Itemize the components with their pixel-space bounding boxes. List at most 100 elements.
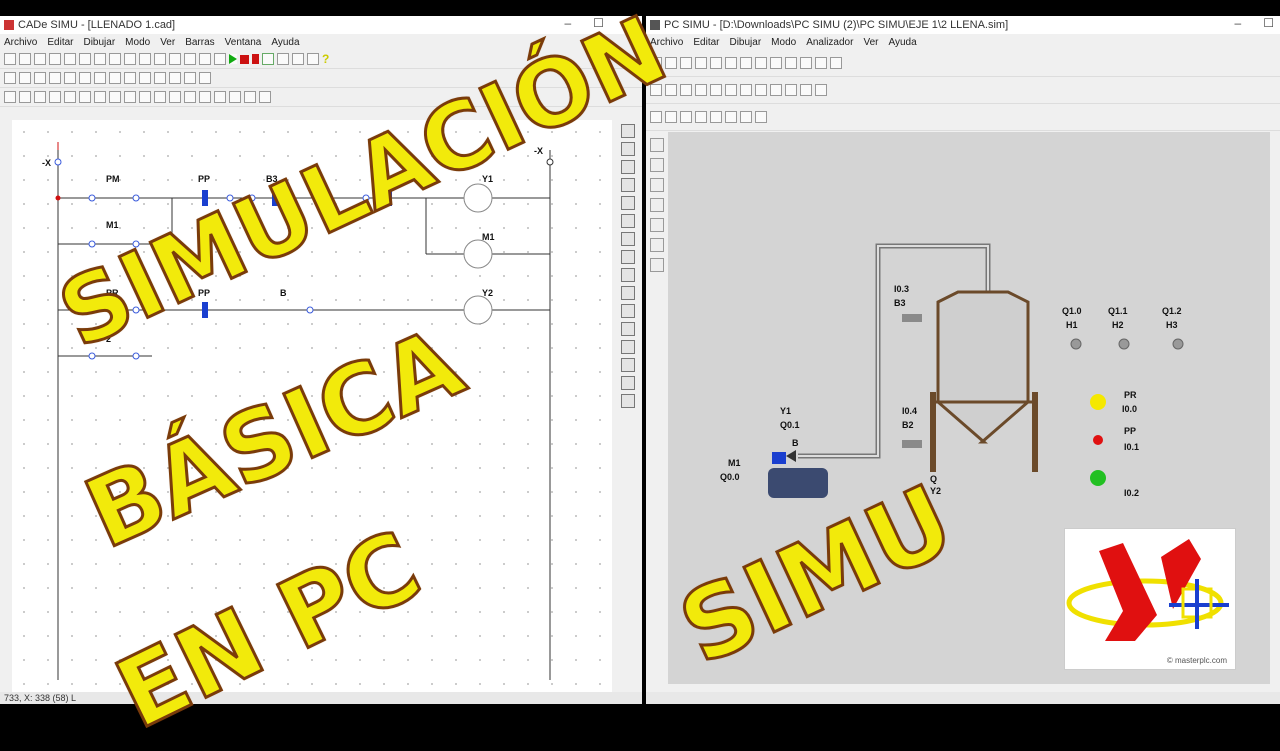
component-icon[interactable]	[34, 72, 46, 84]
palette-item[interactable]	[621, 142, 635, 156]
palette-item[interactable]	[621, 286, 635, 300]
redo-icon[interactable]	[755, 57, 767, 69]
component-icon[interactable]	[169, 72, 181, 84]
new-file-icon[interactable]	[650, 57, 662, 69]
ladder-diagram-canvas[interactable]: -X -X PM PP B3 Y2 M1 PR PP B 2 Y1 M1 Y2	[12, 120, 612, 694]
zoom-all-icon[interactable]	[124, 53, 136, 65]
component-icon[interactable]	[710, 84, 722, 96]
contact-no-icon[interactable]	[4, 91, 16, 103]
component-icon[interactable]	[109, 72, 121, 84]
grid-icon[interactable]	[154, 53, 166, 65]
close-icon[interactable]: ✕	[626, 16, 636, 30]
maximize-icon[interactable]: ☐	[593, 16, 604, 30]
undo-icon[interactable]	[740, 57, 752, 69]
contact-icon[interactable]	[124, 91, 136, 103]
undo-icon[interactable]	[169, 53, 181, 65]
contact-icon[interactable]	[64, 91, 76, 103]
component-icon[interactable]	[650, 111, 662, 123]
contact-icon[interactable]	[94, 91, 106, 103]
palette-item[interactable]	[621, 124, 635, 138]
menu-dibujar[interactable]: Dibujar	[83, 37, 115, 48]
menu-editar[interactable]: Editar	[693, 37, 719, 48]
text-tool-icon[interactable]	[650, 258, 664, 272]
contact-icon[interactable]	[109, 91, 121, 103]
component-icon[interactable]	[710, 111, 722, 123]
contact-icon[interactable]	[49, 91, 61, 103]
run-simulation-icon[interactable]	[229, 54, 237, 64]
zoom-in-icon[interactable]	[277, 53, 289, 65]
palette-item[interactable]	[621, 214, 635, 228]
component-icon[interactable]	[800, 84, 812, 96]
contact-icon[interactable]	[259, 91, 271, 103]
menu-archivo[interactable]: Archivo	[650, 37, 683, 48]
fill-tool-icon[interactable]	[650, 218, 664, 232]
palette-item[interactable]	[621, 394, 635, 408]
open-file-icon[interactable]	[19, 53, 31, 65]
component-icon[interactable]	[725, 111, 737, 123]
contact-icon[interactable]	[139, 91, 151, 103]
palette-item[interactable]	[621, 340, 635, 354]
component-icon[interactable]	[770, 84, 782, 96]
save-icon[interactable]	[34, 53, 46, 65]
component-icon[interactable]	[740, 84, 752, 96]
menu-analizador[interactable]: Analizador	[806, 37, 853, 48]
cut-icon[interactable]	[64, 53, 76, 65]
menu-ver[interactable]: Ver	[160, 37, 175, 48]
palette-item[interactable]	[621, 160, 635, 174]
component-icon[interactable]	[124, 72, 136, 84]
line-tool-icon[interactable]	[650, 158, 664, 172]
pointer-tool-icon[interactable]	[650, 138, 664, 152]
pen-tool-icon[interactable]	[650, 238, 664, 252]
component-icon[interactable]	[49, 72, 61, 84]
stop-simulation-icon[interactable]	[240, 54, 249, 64]
open-file-icon[interactable]	[665, 57, 677, 69]
minimize-icon[interactable]: –	[1235, 16, 1242, 30]
component-icon[interactable]	[184, 72, 196, 84]
component-icon[interactable]	[725, 84, 737, 96]
component-icon[interactable]	[199, 72, 211, 84]
cut-icon[interactable]	[695, 57, 707, 69]
contact-icon[interactable]	[79, 91, 91, 103]
menu-modo[interactable]: Modo	[125, 37, 150, 48]
maximize-icon[interactable]: ☐	[1263, 16, 1274, 30]
help-icon[interactable]: ?	[322, 52, 329, 66]
circle-tool-icon[interactable]	[650, 198, 664, 212]
menu-ver[interactable]: Ver	[863, 37, 878, 48]
rotate-icon[interactable]	[214, 53, 226, 65]
stop-icon[interactable]	[815, 57, 827, 69]
component-icon[interactable]	[665, 84, 677, 96]
contact-nc-icon[interactable]	[19, 91, 31, 103]
contact-icon[interactable]	[244, 91, 256, 103]
palette-item[interactable]	[621, 358, 635, 372]
pencil-icon[interactable]	[785, 57, 797, 69]
copy-icon[interactable]	[710, 57, 722, 69]
component-icon[interactable]	[154, 72, 166, 84]
menu-modo[interactable]: Modo	[771, 37, 796, 48]
contact-icon[interactable]	[154, 91, 166, 103]
component-icon[interactable]	[680, 84, 692, 96]
contact-icon[interactable]	[184, 91, 196, 103]
menu-dibujar[interactable]: Dibujar	[729, 37, 761, 48]
print-icon[interactable]	[49, 53, 61, 65]
palette-item[interactable]	[621, 232, 635, 246]
component-icon[interactable]	[650, 84, 662, 96]
mirror-icon[interactable]	[199, 53, 211, 65]
contact-icon[interactable]	[214, 91, 226, 103]
component-icon[interactable]	[19, 72, 31, 84]
menu-ayuda[interactable]: Ayuda	[271, 37, 299, 48]
zoom-window-icon[interactable]	[109, 53, 121, 65]
menu-ventana[interactable]: Ventana	[225, 37, 262, 48]
component-icon[interactable]	[79, 72, 91, 84]
menu-editar[interactable]: Editar	[47, 37, 73, 48]
component-icon[interactable]	[755, 111, 767, 123]
contact-icon[interactable]	[34, 91, 46, 103]
menu-ayuda[interactable]: Ayuda	[888, 37, 916, 48]
component-icon[interactable]	[680, 111, 692, 123]
redo-icon[interactable]	[184, 53, 196, 65]
contact-icon[interactable]	[199, 91, 211, 103]
analyzer-icon[interactable]	[830, 57, 842, 69]
paste-icon[interactable]	[94, 53, 106, 65]
copy-icon[interactable]	[79, 53, 91, 65]
component-icon[interactable]	[740, 111, 752, 123]
palette-item[interactable]	[621, 268, 635, 282]
